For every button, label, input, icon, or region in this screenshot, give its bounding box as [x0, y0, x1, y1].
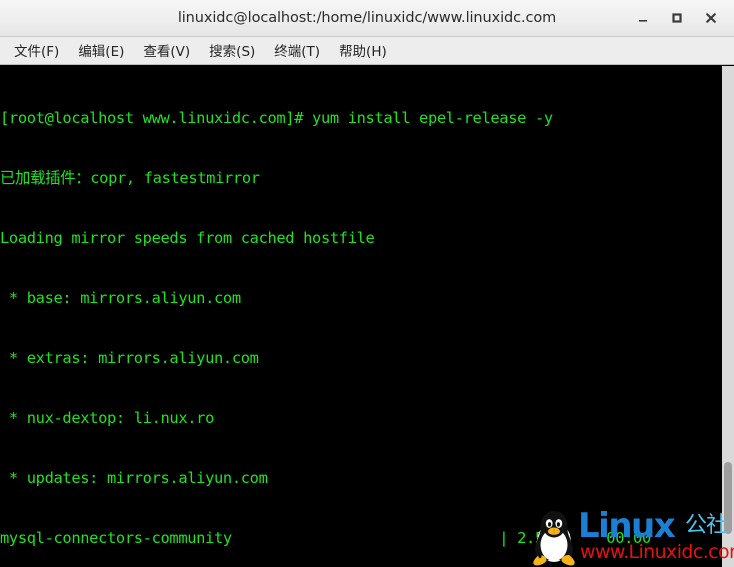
terminal-output-area[interactable]: [root@localhost www.linuxidc.com]# yum i…: [0, 66, 722, 567]
menu-item-terminal[interactable]: 终端(T): [267, 38, 327, 63]
menu-item-help[interactable]: 帮助(H): [332, 38, 394, 63]
terminal-line: * base: mirrors.aliyun.com: [0, 289, 241, 307]
terminal-line: mysql-connectors-community | 2.5 kB 00:0…: [0, 529, 651, 547]
close-button[interactable]: [694, 3, 728, 33]
menu-item-file[interactable]: 文件(F): [7, 38, 66, 63]
menu-item-view[interactable]: 查看(V): [136, 38, 197, 63]
scrollbar-thumb[interactable]: [724, 462, 732, 534]
window-titlebar: linuxidc@localhost:/home/linuxidc/www.li…: [0, 0, 734, 37]
terminal-line: 已加载插件：copr, fastestmirror: [0, 169, 260, 187]
menu-item-edit[interactable]: 编辑(E): [71, 38, 131, 63]
menu-item-search[interactable]: 搜索(S): [202, 38, 262, 63]
window-controls: [626, 0, 728, 36]
terminal-line: * extras: mirrors.aliyun.com: [0, 349, 259, 367]
maximize-button[interactable]: [660, 3, 694, 33]
menubar: 文件(F) 编辑(E) 查看(V) 搜索(S) 终端(T) 帮助(H): [0, 37, 734, 65]
terminal-line: [root@localhost www.linuxidc.com]# yum i…: [0, 109, 553, 127]
terminal-line: * nux-dextop: li.nux.ro: [0, 409, 214, 427]
minimize-button[interactable]: [626, 3, 660, 33]
terminal-text: [root@localhost www.linuxidc.com]# yum i…: [0, 68, 722, 567]
window-title: linuxidc@localhost:/home/linuxidc/www.li…: [177, 10, 557, 26]
terminal-line: Loading mirror speeds from cached hostfi…: [0, 229, 375, 247]
terminal-line: * updates: mirrors.aliyun.com: [0, 469, 268, 487]
terminal-window: linuxidc@localhost:/home/linuxidc/www.li…: [0, 0, 734, 567]
terminal-scrollbar[interactable]: [722, 66, 734, 567]
